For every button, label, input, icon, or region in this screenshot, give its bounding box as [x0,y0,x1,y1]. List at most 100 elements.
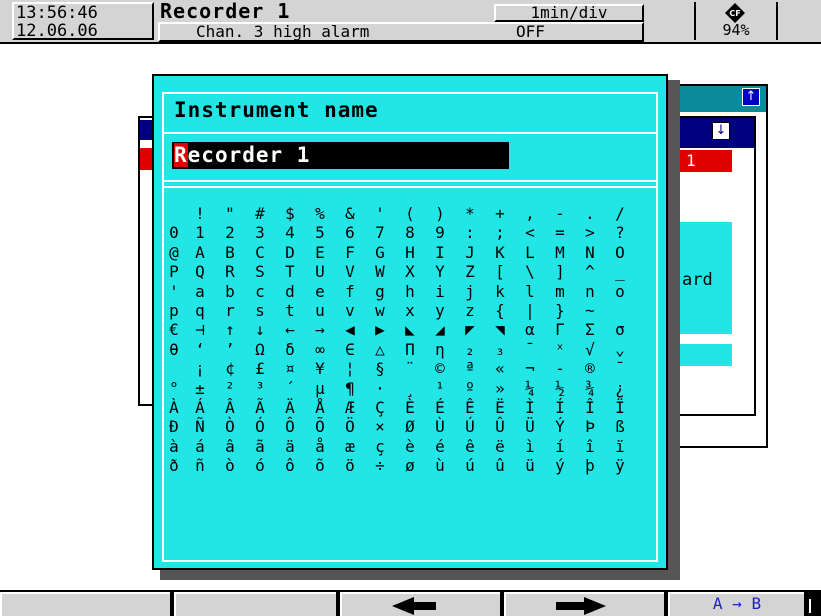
char-key[interactable]: Ü [520,417,540,436]
up-arrow-icon[interactable]: ↑ [742,88,760,106]
char-key[interactable]: ¨ [400,359,420,378]
char-key[interactable]: R [220,262,240,281]
char-key[interactable]: x [400,301,420,320]
char-key[interactable]: ½ [550,379,570,398]
char-key[interactable]: θ [164,340,184,359]
char-key[interactable]: Ó [250,417,270,436]
char-key[interactable]: Û [490,417,510,436]
char-key[interactable]: ò [220,456,240,475]
char-key[interactable]: 9 [430,223,450,242]
char-key[interactable]: Ò [220,417,240,436]
char-key[interactable]: Z [460,262,480,281]
char-key[interactable]: f [340,282,360,301]
char-key[interactable]: r [220,301,240,320]
char-key[interactable]: X [400,262,420,281]
char-key[interactable]: n [580,282,600,301]
char-key[interactable]: \ [520,262,540,281]
char-key[interactable]: ù [430,456,450,475]
char-key[interactable]: ◢ [430,320,450,339]
softkey-2[interactable] [174,592,336,616]
char-key[interactable]: ▶ [370,320,390,339]
char-key[interactable]: Y [430,262,450,281]
char-key[interactable]: < [520,223,540,242]
char-key[interactable]: ◤ [460,320,480,339]
char-key[interactable]: O [610,243,630,262]
char-key[interactable]: Ï [610,398,630,417]
char-key[interactable]: º [460,379,480,398]
char-key[interactable]: ° [164,379,184,398]
char-key[interactable]: ' [370,204,390,223]
char-key[interactable]: Q [190,262,210,281]
char-key[interactable]: û [490,456,510,475]
char-key[interactable]: ¼ [520,379,540,398]
char-key[interactable]: N [580,243,600,262]
char-key[interactable]: Ú [460,417,480,436]
char-key[interactable]: k [490,282,510,301]
char-key[interactable]: j [460,282,480,301]
char-key[interactable]: ö [340,456,360,475]
char-key[interactable]: ? [610,223,630,242]
char-key[interactable]: ↓ [250,320,270,339]
char-key[interactable]: F [340,243,360,262]
char-key[interactable]: · [370,379,390,398]
char-key[interactable]: Ð [164,417,184,436]
char-key[interactable]: ç [370,437,390,456]
char-key[interactable]: V [340,262,360,281]
char-key[interactable]: | [520,301,540,320]
char-key[interactable]: Ç [370,398,390,417]
char-key[interactable]: * [460,204,480,223]
char-key[interactable]: / [610,204,630,223]
char-key[interactable]: æ [340,437,360,456]
char-key[interactable]: ’ [220,340,240,359]
char-key[interactable]: µ [310,379,330,398]
char-key[interactable]: ∞ [310,340,330,359]
char-key[interactable]: í [550,437,570,456]
char-key[interactable]: Ä [280,398,300,417]
char-key[interactable]: ¿ [610,379,630,398]
char-key[interactable]: # [250,204,270,223]
char-key[interactable]: Ý [550,417,570,436]
softkey-cursor-left[interactable] [340,592,500,616]
char-key[interactable]: @ [164,243,184,262]
char-key[interactable]: δ [280,340,300,359]
char-key[interactable]: > [580,223,600,242]
char-key[interactable]: ³ [250,379,270,398]
char-key[interactable]: o [610,282,630,301]
char-key[interactable]: ˉ [520,340,540,359]
char-key[interactable]: & [340,204,360,223]
char-key[interactable]: ¡ [190,359,210,378]
char-key[interactable]: ú [460,456,480,475]
char-key[interactable]: ² [220,379,240,398]
char-key[interactable]: à [164,437,184,456]
char-key[interactable]: Á [190,398,210,417]
char-key[interactable]: Å [310,398,330,417]
char-key[interactable]: Î [580,398,600,417]
char-key[interactable]: 4 [280,223,300,242]
char-key[interactable]: { [490,301,510,320]
char-key[interactable]: c [250,282,270,301]
char-key[interactable]: l [520,282,540,301]
char-key[interactable]: Ë [490,398,510,417]
char-key[interactable]: Ñ [190,417,210,436]
char-key[interactable]: Æ [340,398,360,417]
char-key[interactable]: ´ [280,379,300,398]
char-key[interactable]: [ [490,262,510,281]
char-key[interactable]: ï [610,437,630,456]
char-key[interactable]: S [250,262,270,281]
char-key[interactable]: m [550,282,570,301]
char-key[interactable]: ó [250,456,270,475]
char-key[interactable]: ◥ [490,320,510,339]
char-key[interactable]: þ [580,456,600,475]
char-key[interactable]: ð [164,456,184,475]
char-key[interactable]: q [190,301,210,320]
char-key[interactable]: ˣ [550,340,570,359]
char-key[interactable]: : [460,223,480,242]
char-key[interactable]: ⌄ [610,340,630,359]
char-key[interactable]: 0 [164,223,184,242]
char-key[interactable]: £ [250,359,270,378]
char-key[interactable]: ' [164,282,184,301]
char-key[interactable]: ë [490,437,510,456]
char-key[interactable]: 1 [190,223,210,242]
char-key[interactable]: ¥ [310,359,330,378]
char-key[interactable]: W [370,262,390,281]
